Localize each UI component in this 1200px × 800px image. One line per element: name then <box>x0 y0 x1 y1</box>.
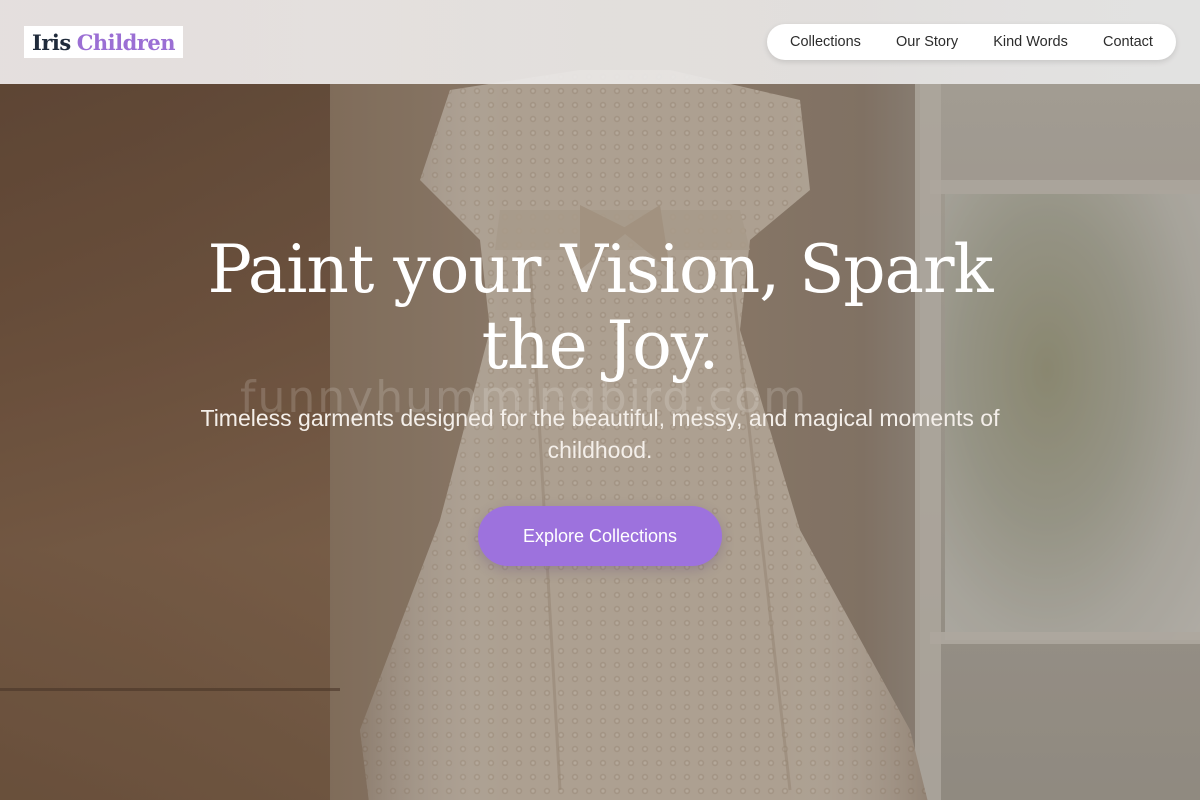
site-header: Iris Children Collections Our Story Kind… <box>0 0 1200 84</box>
brand-logo[interactable]: Iris Children <box>24 26 184 58</box>
nav-link-kind-words[interactable]: Kind Words <box>993 34 1068 50</box>
brand-logo-word-1: Iris <box>32 29 71 55</box>
hero-headline-line-1: Paint your Vision, Spark <box>207 231 993 308</box>
hero-subtext: Timeless garments designed for the beaut… <box>200 405 1000 463</box>
main-nav: Collections Our Story Kind Words Contact <box>767 24 1176 60</box>
nav-link-collections[interactable]: Collections <box>790 34 861 50</box>
explore-collections-button[interactable]: Explore Collections <box>478 506 722 566</box>
nav-link-contact[interactable]: Contact <box>1103 34 1153 50</box>
hero-headline: Paint your Vision, Spark the Joy. <box>150 232 1050 384</box>
hero-headline-line-2: the Joy. <box>481 307 720 384</box>
brand-logo-word-2: Children <box>76 29 176 55</box>
nav-link-our-story[interactable]: Our Story <box>896 34 958 50</box>
